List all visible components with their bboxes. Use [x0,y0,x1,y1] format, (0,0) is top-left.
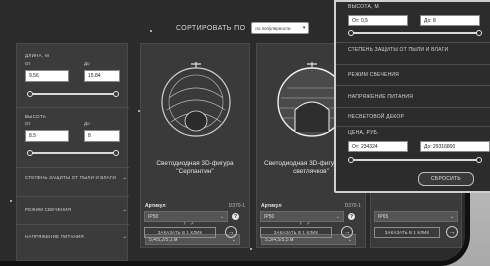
panel-price-to-input[interactable]: До: 29316800 [420,141,490,152]
help-icon[interactable]: ? [232,213,239,220]
divider [17,196,129,197]
filter-item-label: РЕЖИМ СВЕЧЕНИЯ [25,207,72,212]
panel-price-from-input[interactable]: От: 234324 [348,141,408,152]
ip-value: IP50 [264,213,275,220]
article-value: D370-1 [344,203,361,209]
height-from-label: От [25,121,31,126]
article-label: Артикул [261,203,282,209]
length-from-input[interactable]: 9.56 [25,70,69,82]
filter-item-label: НАПРЯЖЕНИЕ ПИТАНИЯ [25,234,84,239]
mobile-filter-panel: ВЫСОТА, М От: 0,5 До: 8 СТЕПЕНЬ ЗАЩИТЫ О… [334,0,490,193]
panel-price-title: ЦЕНА, РУБ. [348,130,379,136]
article-value: D370-1 [228,203,245,209]
filter-item-label: СТЕПЕНЬ ЗАЩИТЫ ОТ ПЫЛИ И ВЛАГИ [25,175,116,180]
range-knob-min[interactable] [27,91,33,97]
divider [336,107,490,108]
filter-item-glow-mode[interactable]: РЕЖИМ СВЕЧЕНИЯ ⌄ [25,207,127,213]
divider [336,126,490,127]
height-to-label: До [84,121,90,126]
filter-item-protection[interactable]: СТЕПЕНЬ ЗАЩИТЫ ОТ ПЫЛИ И ВЛАГИ ⌄ [25,175,127,181]
panel-height-range-slider[interactable] [348,30,482,36]
chevron-down-icon: ▾ [302,25,306,31]
panel-item-protection[interactable]: СТЕПЕНЬ ЗАЩИТЫ ОТ ПЫЛИ И ВЛАГИ [348,47,488,54]
order-one-click-button[interactable]: ЗАКАЗАТЬ В 1 КЛИК [260,227,332,238]
length-to-input[interactable]: 15.84 [84,70,120,82]
ip-select[interactable]: IP65 ⌄ [374,211,458,222]
divider [17,167,129,168]
order-one-click-button[interactable]: ЗАКАЗАТЬ В 1 КЛИК [374,227,440,238]
length-to-label: До [84,61,90,66]
product-image[interactable] [149,48,243,148]
sort-value: по популярности [255,25,291,31]
panel-item-voltage[interactable]: НАПРЯЖЕНИЕ ПИТАНИЯ [348,94,488,101]
panel-item-glow-mode[interactable]: РЕЖИМ СВЕЧЕНИЯ [348,72,488,79]
filter-item-voltage[interactable]: НАПРЯЖЕНИЕ ПИТАНИЯ ⌄ [25,234,127,240]
length-range-slider[interactable] [27,91,119,97]
panel-price-range-slider[interactable] [348,157,482,163]
range-knob-max[interactable] [113,150,119,156]
range-knob-min[interactable] [348,30,354,36]
range-knob-min[interactable] [27,150,33,156]
help-icon[interactable]: ? [348,213,355,220]
sort-select[interactable]: по популярности ▾ [251,22,310,34]
panel-height-title: ВЫСОТА, М [348,4,380,10]
reset-filters-button[interactable]: СБРОСИТЬ [418,172,474,186]
range-knob-min[interactable] [348,157,354,163]
divider [17,107,129,108]
chevron-down-icon: ⌄ [219,213,224,220]
chevron-down-icon: ⌄ [449,213,454,220]
height-from-input[interactable]: 8.5 [25,130,69,142]
arrow-right-icon[interactable]: → [341,226,353,238]
filter-sidebar: ДЛИНА, М От До 9.56 15.84 ВЫСОТА От До 8… [16,43,129,261]
chevron-down-icon: ⌄ [122,175,127,181]
arrow-right-icon[interactable]: → [446,226,458,238]
chevron-down-icon: ⌄ [122,207,127,213]
article-label: Артикул [145,203,166,209]
panel-height-from-input[interactable]: От: 0,5 [348,15,408,26]
order-one-click-button[interactable]: ЗАКАЗАТЬ В 1 КЛИК [144,227,216,238]
chevron-down-icon: ⌄ [335,213,340,220]
range-knob-max[interactable] [113,91,119,97]
sort-label: СОРТИРОВАТЬ ПО [176,24,246,32]
divider [336,64,490,65]
panel-item-decor[interactable]: НЕСВЕТОВОЙ ДЕКОР [348,114,488,121]
arrow-right-icon[interactable]: → [225,226,237,238]
ip-select[interactable]: IP50 ⌄ [260,211,344,222]
range-knob-max[interactable] [476,157,482,163]
divider [336,85,490,86]
chevron-down-icon: ⌄ [122,234,127,240]
ip-value: IP65 [378,213,389,220]
panel-height-to-input[interactable]: До: 8 [420,15,480,26]
height-range-slider[interactable] [27,150,119,156]
length-filter-title: ДЛИНА, М [25,53,50,58]
divider [336,42,490,43]
range-knob-max[interactable] [476,30,482,36]
ip-select[interactable]: IP50 ⌄ [144,211,228,222]
ip-value: IP50 [148,213,159,220]
height-to-input[interactable]: 8 [84,130,120,142]
product-name[interactable]: Светодиодная 3D-фигура "Серпантин" [145,160,245,176]
length-from-label: От [25,61,31,66]
height-filter-title: ВЫСОТА [25,114,47,119]
sort-bar: СОРТИРОВАТЬ ПО по популярности ▾ [176,18,310,38]
divider [17,224,129,225]
